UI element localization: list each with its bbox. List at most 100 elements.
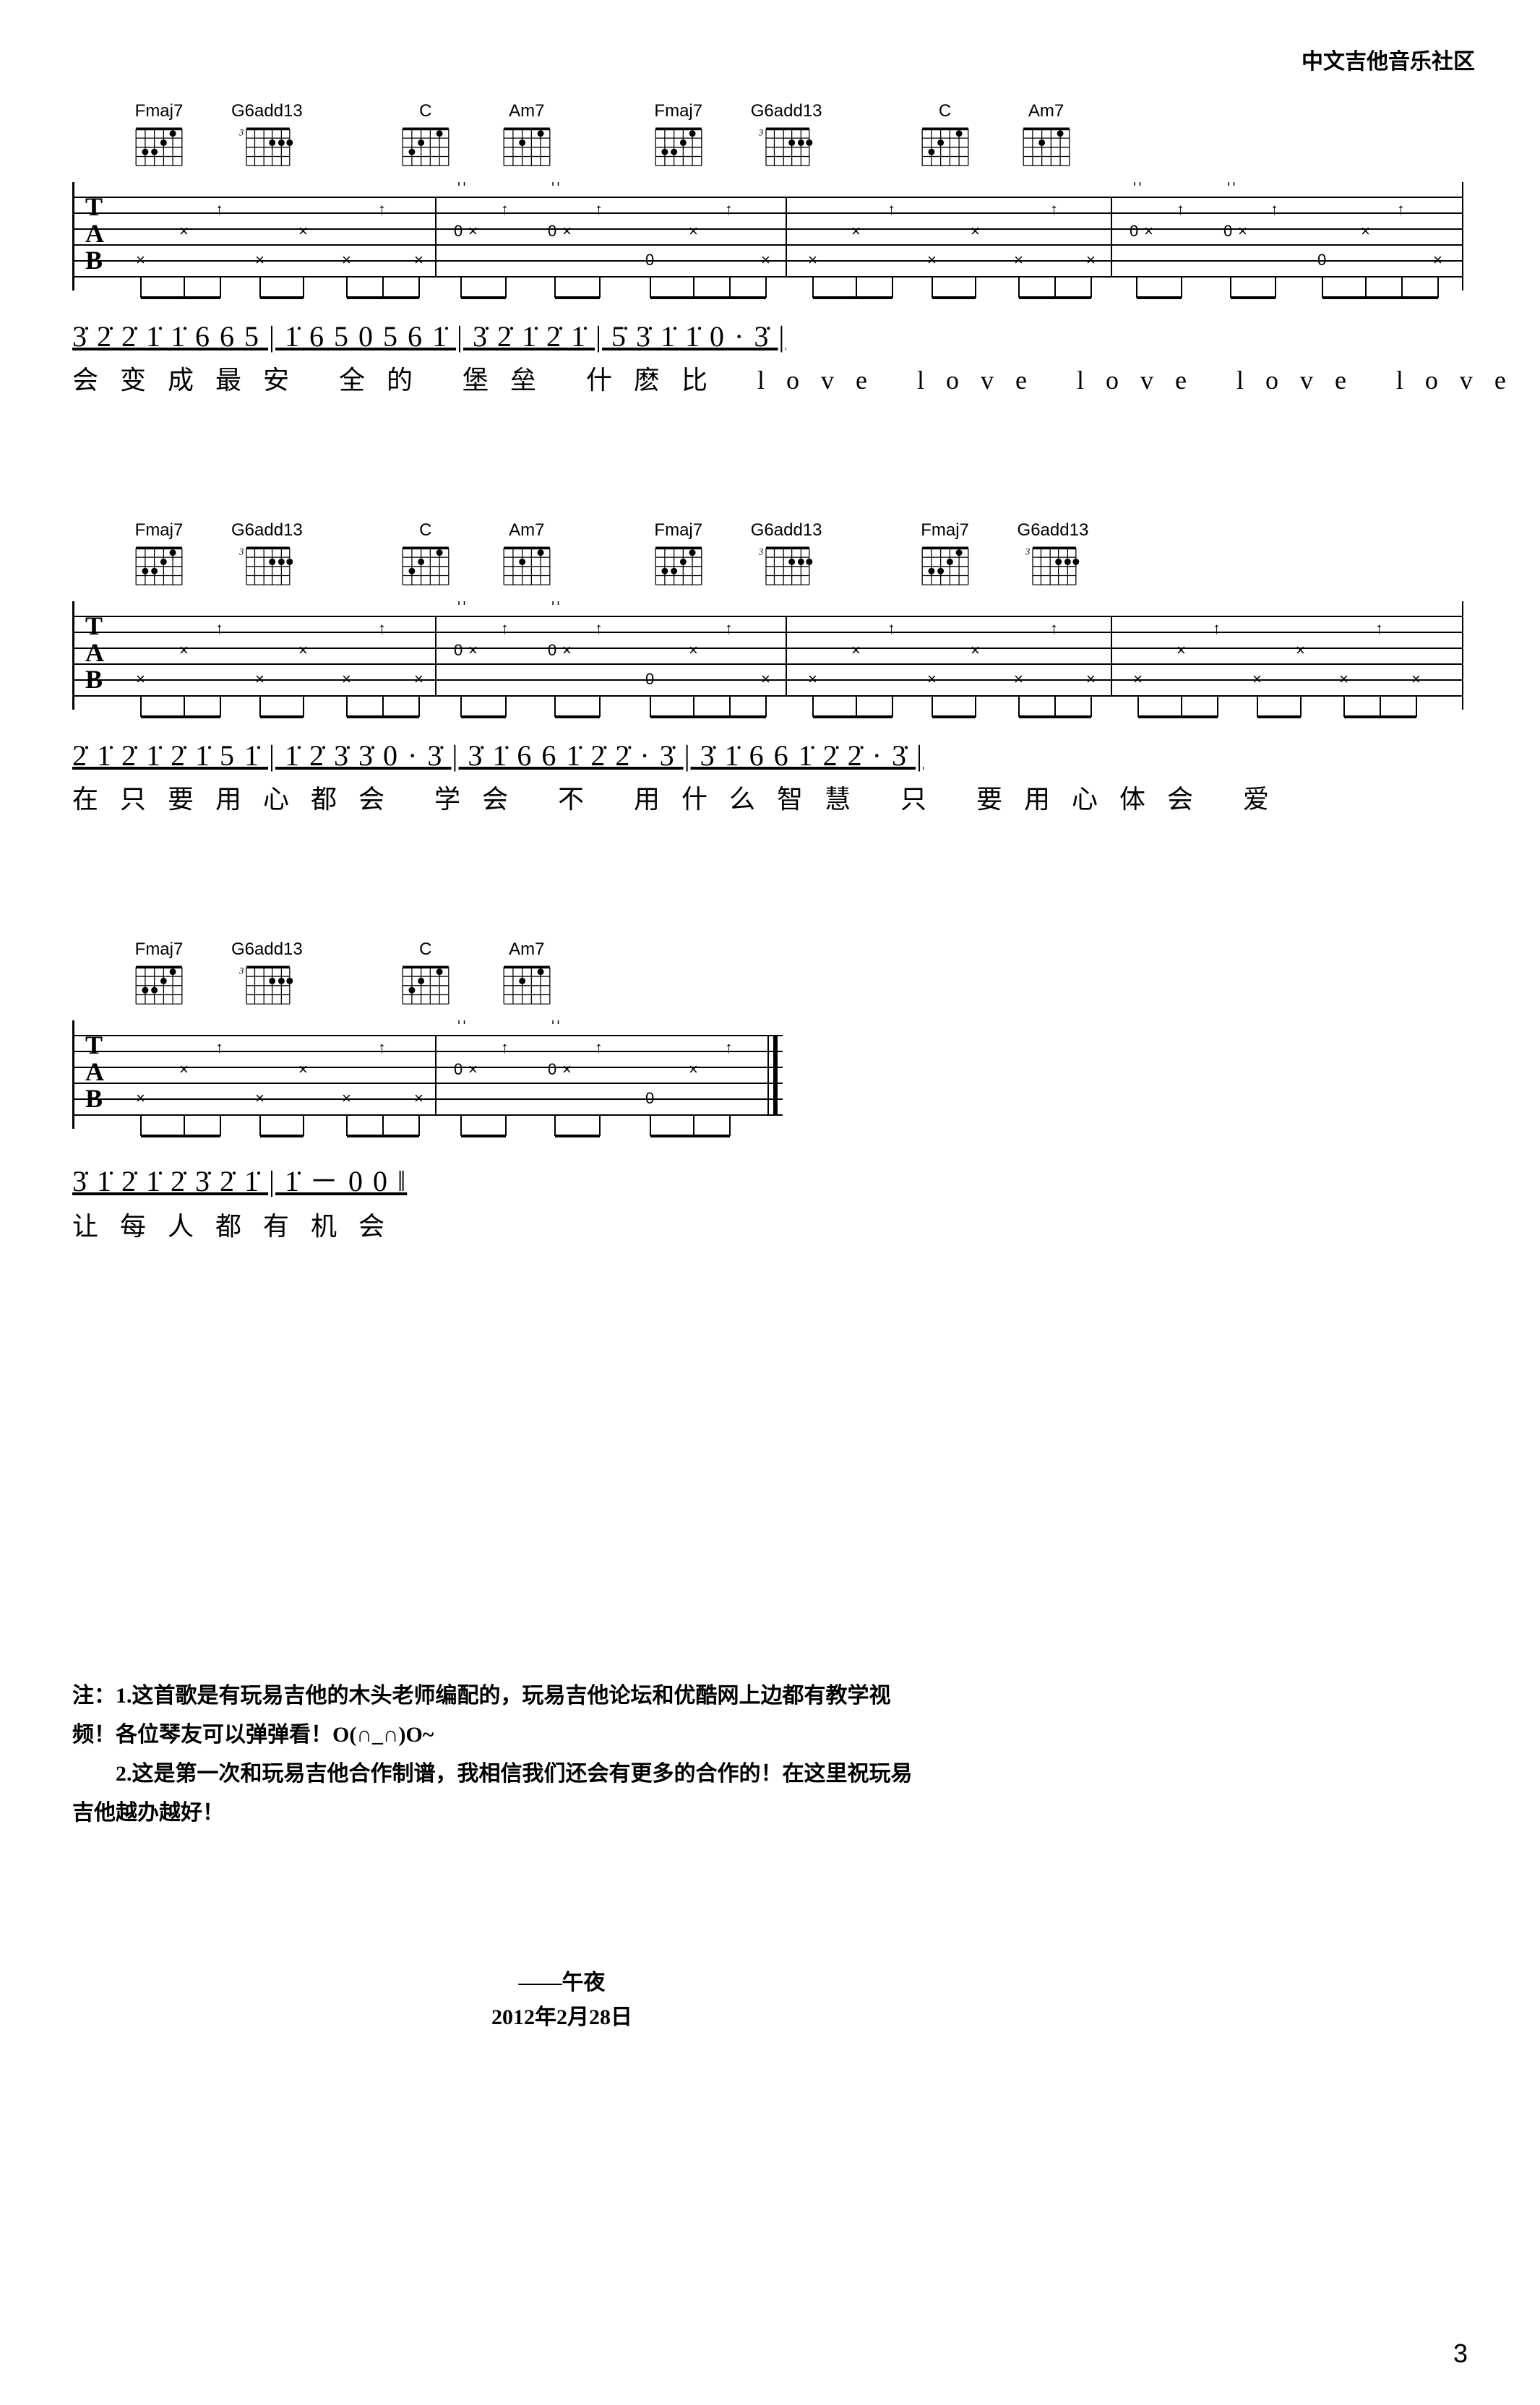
svg-text:H: H (457, 1020, 466, 1027)
svg-text:×: × (1252, 670, 1262, 688)
svg-text:H: H (551, 601, 560, 608)
svg-text:0: 0 (645, 670, 654, 688)
svg-text:3: 3 (238, 965, 244, 976)
tab-content-svg: ××↑×××↑× H0×↑ H0×↑ 0×↑× ××↑×××↑× ××↑×××↑… (74, 601, 1462, 731)
svg-text:↑: ↑ (725, 619, 733, 637)
chord-c: C (916, 101, 974, 175)
svg-text:↑: ↑ (501, 619, 509, 637)
svg-text:×: × (1411, 670, 1421, 688)
chord-g6add13: G6add13 3 (751, 101, 822, 175)
svg-text:×: × (179, 641, 189, 659)
svg-text:0: 0 (454, 222, 463, 240)
tab-system-2: Fmaj7 G6add133 C Am7 Fmaj7 G6add133 Fmaj… (72, 520, 1463, 816)
chord-row-3: Fmaj7 G6add133 C Am7 (72, 939, 795, 1013)
chord-diagram-icon: 3 (1024, 543, 1082, 594)
tab-staff-1: T A B ××↑×××↑× H0×↑ H0×↑ 0×↑× ××↑×××↑× H… (72, 182, 1463, 291)
page-number: 3 (1453, 2339, 1468, 2369)
note-line-1: 注：1.这首歌是有玩易吉他的木头老师编配的，玩易吉他论坛和优酷网上边都有教学视 (72, 1677, 1048, 1716)
svg-text:×: × (1086, 251, 1096, 269)
chord-label: Am7 (509, 939, 544, 960)
svg-text:↑: ↑ (215, 1038, 223, 1057)
svg-text:×: × (468, 1060, 478, 1078)
svg-text:3: 3 (238, 546, 244, 556)
chord-row-1: Fmaj7 G6add13 3 C Am7 Fmaj7 (72, 101, 1540, 175)
note-line-3: 2.这是第一次和玩易吉他合作制谱，我相信我们还会有更多的合作的！在这里祝玩易 (72, 1755, 1048, 1794)
chord-diagram-icon (916, 543, 974, 594)
chord-label: C (419, 101, 431, 121)
chord-am7: Am7 (498, 520, 556, 594)
svg-text:H: H (457, 182, 466, 189)
chord-label: Fmaj7 (654, 520, 702, 541)
svg-text:0: 0 (548, 1060, 556, 1078)
svg-text:↑: ↑ (1270, 200, 1278, 218)
svg-text:×: × (971, 641, 980, 659)
svg-text:×: × (1433, 251, 1442, 269)
svg-text:×: × (298, 641, 308, 659)
page-header: 中文吉他音乐社区 (1302, 43, 1475, 75)
chord-diagram-icon (498, 963, 556, 1013)
svg-text:×: × (851, 641, 861, 659)
tab-content-svg: ××↑×××↑× H0×↑ H0×↑ 0×↑ (74, 1020, 783, 1150)
svg-text:×: × (1176, 641, 1186, 659)
svg-text:3: 3 (238, 127, 244, 137)
tab-content-svg: ××↑×××↑× H0×↑ H0×↑ 0×↑× ××↑×××↑× H0×↑ H0… (74, 182, 1462, 312)
svg-text:↑: ↑ (501, 1038, 509, 1057)
svg-text:0: 0 (454, 1060, 463, 1078)
chord-c: C (397, 939, 455, 1013)
svg-text:↑: ↑ (1397, 200, 1405, 218)
svg-text:H: H (457, 601, 466, 608)
tab-system-1: Fmaj7 G6add13 3 C Am7 Fmaj7 (72, 101, 1540, 397)
svg-text:×: × (468, 641, 478, 659)
chord-label: Fmaj7 (135, 520, 184, 541)
svg-text:×: × (1014, 670, 1023, 688)
chord-am7: Am7 (498, 939, 556, 1013)
svg-text:×: × (414, 251, 423, 269)
svg-text:H: H (551, 1020, 560, 1027)
chord-diagram-icon (130, 543, 188, 594)
chord-label: G6add13 (231, 939, 303, 960)
chord-diagram-icon (397, 543, 455, 594)
svg-text:↑: ↑ (215, 200, 223, 218)
chord-fmaj7: Fmaj7 (130, 520, 188, 594)
svg-text:↑: ↑ (1176, 200, 1184, 218)
svg-text:×: × (927, 670, 937, 688)
svg-text:↑: ↑ (1213, 619, 1221, 637)
chord-label: C (419, 939, 431, 960)
svg-text:0: 0 (645, 1089, 654, 1107)
svg-text:↑: ↑ (887, 200, 895, 218)
svg-text:×: × (414, 670, 423, 688)
chord-diagram-icon (650, 543, 707, 594)
chord-fmaj7: Fmaj7 (650, 101, 707, 175)
chord-diagram-icon: 3 (757, 124, 815, 175)
chord-c: C (397, 101, 455, 175)
chord-label: C (419, 520, 431, 541)
chord-diagram-icon (397, 124, 455, 175)
svg-text:0: 0 (548, 641, 556, 659)
chord-diagram-icon (130, 963, 188, 1013)
svg-text:×: × (298, 1060, 308, 1078)
svg-text:H: H (551, 182, 560, 189)
chord-diagram-icon (397, 963, 455, 1013)
svg-text:×: × (562, 641, 572, 659)
chord-am7: Am7 (498, 101, 556, 175)
svg-text:×: × (761, 251, 770, 269)
svg-text:×: × (1238, 222, 1247, 240)
svg-text:×: × (927, 251, 937, 269)
svg-text:H: H (1227, 182, 1236, 189)
numbered-notation-2: 2̇ 1̇ 2̇ 1̇ 2̇ 1̇ 5 1̇ | 1̇ 2̇ 3̇ 3̇ 0 ·… (72, 739, 1463, 773)
svg-text:↑: ↑ (595, 200, 603, 218)
chord-label: Fmaj7 (654, 101, 702, 121)
svg-text:↑: ↑ (595, 619, 603, 637)
svg-text:×: × (255, 1089, 264, 1107)
svg-text:×: × (851, 222, 861, 240)
svg-text:×: × (971, 222, 980, 240)
svg-text:↑: ↑ (378, 619, 386, 637)
svg-text:×: × (179, 222, 189, 240)
lyrics-1: 会变成最安 全的 堡垒 什麽比 love love love love love… (72, 359, 1540, 397)
svg-text:×: × (1339, 670, 1348, 688)
svg-text:↑: ↑ (725, 1038, 733, 1057)
svg-text:×: × (761, 670, 770, 688)
svg-text:0: 0 (548, 222, 556, 240)
chord-label: G6add13 (751, 520, 822, 541)
chord-label: Am7 (509, 101, 544, 121)
